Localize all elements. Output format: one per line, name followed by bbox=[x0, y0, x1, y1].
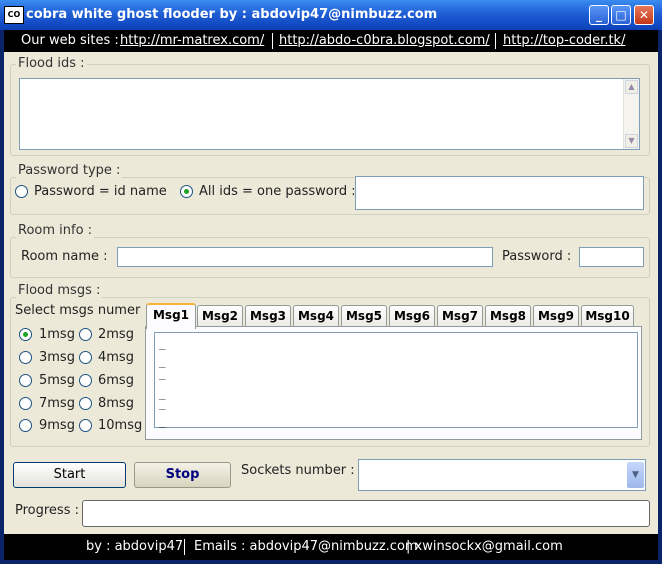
tab-msg1[interactable]: Msg1 bbox=[146, 303, 196, 329]
room-name-label: Room name : bbox=[21, 249, 108, 264]
radio-10msg[interactable] bbox=[79, 419, 92, 432]
link-mr-matrex[interactable]: http://mr-matrex.com/ bbox=[120, 33, 264, 48]
maximize-button[interactable]: □ bbox=[611, 5, 631, 25]
client-area: Flood ids : ▲ ▼ Password type : Password… bbox=[4, 52, 658, 534]
message-line: _ bbox=[159, 367, 166, 380]
radio-2msg-label[interactable]: 2msg bbox=[98, 327, 134, 342]
room-name-input[interactable] bbox=[117, 247, 493, 267]
radio-one-password-label[interactable]: All ids = one password : bbox=[199, 184, 356, 199]
message-line: _ bbox=[159, 415, 166, 428]
room-info-label: Room info : bbox=[16, 223, 95, 238]
link-top-coder[interactable]: http://top-coder.tk/ bbox=[503, 33, 625, 48]
link-abdo-cobra-blog[interactable]: http://abdo-c0bra.blogspot.com/ bbox=[279, 33, 490, 48]
progress-label: Progress : bbox=[15, 503, 79, 518]
chevron-down-icon[interactable]: ▼ bbox=[627, 462, 644, 488]
minimize-button[interactable]: _ bbox=[589, 5, 609, 25]
tab-msg5[interactable]: Msg5 bbox=[341, 305, 387, 326]
title-bar[interactable]: CO cobra white ghost flooder by : abdovi… bbox=[0, 0, 662, 30]
scroll-down-icon[interactable]: ▼ bbox=[625, 134, 638, 148]
flood-msgs-label: Flood msgs : bbox=[16, 283, 103, 298]
stop-button[interactable]: Stop bbox=[134, 462, 231, 488]
footer-divider bbox=[184, 539, 185, 555]
room-password-input[interactable] bbox=[579, 247, 644, 267]
radio-2msg[interactable] bbox=[79, 328, 92, 341]
radio-5msg[interactable] bbox=[19, 374, 32, 387]
sockets-number-label: Sockets number : bbox=[241, 463, 355, 478]
websites-bar: Our web sites : http://mr-matrex.com/ ht… bbox=[4, 30, 658, 52]
message-textarea[interactable]: _ _ _ _ _ _ bbox=[154, 332, 638, 428]
radio-8msg-label[interactable]: 8msg bbox=[98, 396, 134, 411]
radio-one-password[interactable] bbox=[180, 185, 193, 198]
tab-msg7[interactable]: Msg7 bbox=[437, 305, 483, 326]
radio-3msg[interactable] bbox=[19, 351, 32, 364]
radio-4msg[interactable] bbox=[79, 351, 92, 364]
link-divider bbox=[495, 33, 496, 49]
select-msgs-label: Select msgs numer bbox=[15, 303, 141, 318]
radio-1msg-label[interactable]: 1msg bbox=[39, 327, 75, 342]
radio-4msg-label[interactable]: 4msg bbox=[98, 350, 134, 365]
radio-3msg-label[interactable]: 3msg bbox=[39, 350, 75, 365]
window-title: cobra white ghost flooder by : abdovip47… bbox=[26, 7, 438, 22]
radio-5msg-label[interactable]: 5msg bbox=[39, 373, 75, 388]
tab-msg9[interactable]: Msg9 bbox=[533, 305, 579, 326]
app-icon: CO bbox=[4, 6, 24, 24]
tab-msg4[interactable]: Msg4 bbox=[293, 305, 339, 326]
radio-7msg[interactable] bbox=[19, 397, 32, 410]
flood-ids-label: Flood ids : bbox=[16, 56, 87, 71]
footer-emails: Emails : abdovip47@nimbuzz.com bbox=[194, 539, 418, 554]
radio-9msg[interactable] bbox=[19, 419, 32, 432]
radio-8msg[interactable] bbox=[79, 397, 92, 410]
message-line: _ bbox=[159, 397, 166, 410]
tab-msg3[interactable]: Msg3 bbox=[245, 305, 291, 326]
room-password-label: Password : bbox=[502, 249, 572, 264]
radio-10msg-label[interactable]: 10msg bbox=[98, 418, 142, 433]
link-divider bbox=[272, 33, 273, 49]
footer-alt-email: | xwinsockx@gmail.com bbox=[406, 539, 563, 554]
shared-password-input[interactable] bbox=[355, 176, 644, 210]
tab-msg2[interactable]: Msg2 bbox=[197, 305, 243, 326]
scroll-up-icon[interactable]: ▲ bbox=[625, 80, 638, 94]
radio-1msg[interactable] bbox=[19, 328, 32, 341]
radio-6msg[interactable] bbox=[79, 374, 92, 387]
radio-password-id-name[interactable] bbox=[15, 185, 28, 198]
close-button[interactable]: ✕ bbox=[634, 5, 654, 25]
sockets-number-select[interactable]: ▼ bbox=[358, 459, 646, 491]
tab-msg10[interactable]: Msg10 bbox=[581, 305, 634, 326]
flood-ids-scrollbar[interactable]: ▲ ▼ bbox=[623, 79, 639, 149]
password-type-label: Password type : bbox=[16, 163, 123, 178]
tab-msg6[interactable]: Msg6 bbox=[389, 305, 435, 326]
footer-author: by : abdovip47 bbox=[86, 539, 184, 554]
app-window: CO cobra white ghost flooder by : abdovi… bbox=[0, 0, 662, 564]
radio-6msg-label[interactable]: 6msg bbox=[98, 373, 134, 388]
radio-7msg-label[interactable]: 7msg bbox=[39, 396, 75, 411]
websites-label: Our web sites : bbox=[21, 33, 119, 48]
radio-password-id-name-label[interactable]: Password = id name bbox=[34, 184, 167, 199]
flood-ids-textarea[interactable]: ▲ ▼ bbox=[19, 78, 640, 150]
progress-bar bbox=[82, 500, 650, 527]
tab-msg8[interactable]: Msg8 bbox=[485, 305, 531, 326]
start-button[interactable]: Start bbox=[13, 462, 126, 488]
message-line: _ bbox=[159, 337, 166, 350]
footer-bar: by : abdovip47 Emails : abdovip47@nimbuz… bbox=[4, 534, 658, 560]
radio-9msg-label[interactable]: 9msg bbox=[39, 418, 75, 433]
msg-tab-panel: _ _ _ _ _ _ bbox=[145, 326, 642, 440]
